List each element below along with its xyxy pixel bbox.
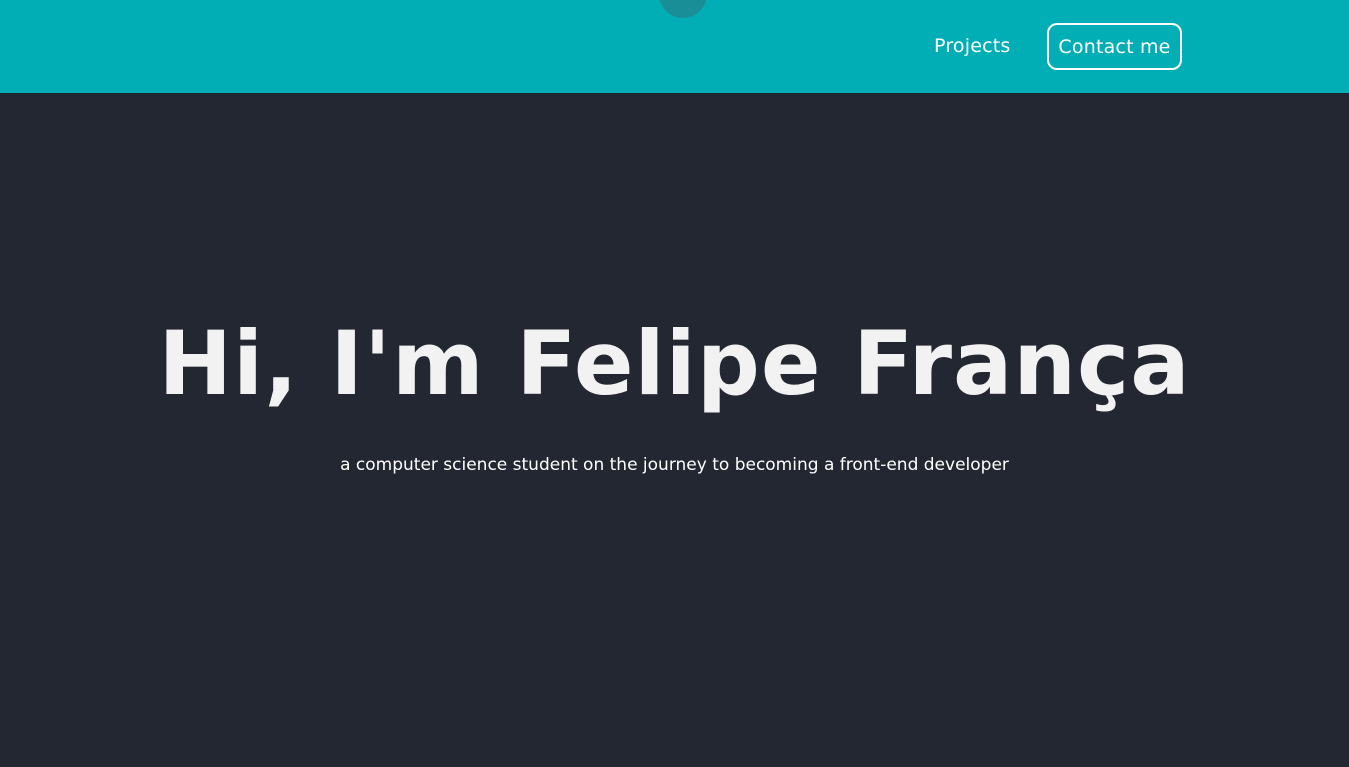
hero-title: Hi, I'm Felipe França	[158, 312, 1191, 415]
contact-me-button[interactable]: Contact me	[1047, 23, 1182, 70]
navbar: Projects Contact me	[0, 0, 1349, 93]
logo-icon[interactable]	[659, 0, 707, 18]
nav-link-projects[interactable]: Projects	[934, 33, 1011, 59]
hero-subtitle: a computer science student on the journe…	[340, 455, 1009, 475]
